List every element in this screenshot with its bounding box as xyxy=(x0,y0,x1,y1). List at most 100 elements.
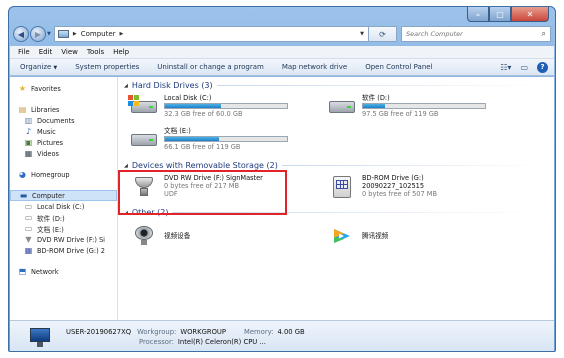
network-icon: ⬒ xyxy=(18,267,27,276)
menu-help[interactable]: Help xyxy=(113,48,129,56)
device-tile-video[interactable]: 视频设备 xyxy=(124,218,322,251)
memory-label: Memory: xyxy=(244,328,274,336)
nav-local-disk-c[interactable]: ▭ Local Disk (C:) xyxy=(10,201,117,212)
tencent-video-icon xyxy=(328,223,356,249)
breadcrumb-separator-icon[interactable]: ▶ xyxy=(73,31,77,37)
homegroup-icon: ◕ xyxy=(19,170,26,179)
webcam-icon xyxy=(130,223,158,249)
help-icon[interactable]: ? xyxy=(537,61,548,73)
local-disk-icon xyxy=(128,94,158,120)
group-header-removable-storage[interactable]: ◢ Devices with Removable Storage (2) xyxy=(124,160,554,171)
forward-button[interactable]: ▶ xyxy=(30,26,46,42)
group-title: Hard Disk Drives (3) xyxy=(131,81,213,90)
group-title: Other (2) xyxy=(131,208,169,217)
local-disk-icon: ▭ xyxy=(24,202,33,211)
menu-tools[interactable]: Tools xyxy=(87,48,104,56)
organize-label: Organize xyxy=(20,63,52,71)
nav-label: Pictures xyxy=(37,138,64,147)
map-network-drive-button[interactable]: Map network drive xyxy=(282,63,347,71)
computer-icon xyxy=(57,30,69,38)
collapse-triangle-icon[interactable]: ◢ xyxy=(124,163,128,169)
breadcrumb-separator-icon[interactable]: ▶ xyxy=(120,31,124,37)
drive-usage-fill xyxy=(165,137,219,141)
hard-disk-icon xyxy=(328,94,356,120)
nav-drive-e[interactable]: ▭ 文档 (E:) xyxy=(10,223,117,234)
nav-network[interactable]: ⬒ Network xyxy=(10,266,117,277)
music-icon: ♪ xyxy=(25,127,32,136)
explorer-window: – □ ✕ ◀ ▶ ▼ ▶ Computer ▶ ▼ ⟳ ⌕ File Edit… xyxy=(8,6,556,352)
drive-tile-c[interactable]: Local Disk (C:) 32.3 GB free of 60.0 GB xyxy=(124,91,322,124)
videos-icon: ▦ xyxy=(24,149,33,158)
nav-music[interactable]: ♪ Music xyxy=(10,126,117,137)
nav-computer[interactable]: ▬ Computer xyxy=(10,190,117,201)
search-icon[interactable]: ⌕ xyxy=(542,29,546,39)
organize-button[interactable]: Organize ▼ xyxy=(20,63,57,71)
open-control-panel-button[interactable]: Open Control Panel xyxy=(365,63,432,71)
window-controls: – □ ✕ xyxy=(467,7,549,22)
device-tile-tencent-video[interactable]: 腾讯视频 xyxy=(322,218,520,251)
dvd-drive-icon xyxy=(130,174,158,200)
hard-disk-icon xyxy=(130,127,158,153)
nav-favorites[interactable]: ★ Favorites xyxy=(10,83,117,94)
group-title: Devices with Removable Storage (2) xyxy=(131,161,278,170)
nav-videos[interactable]: ▦ Videos xyxy=(10,148,117,159)
address-dropdown-icon[interactable]: ▼ xyxy=(360,31,364,37)
back-button[interactable]: ◀ xyxy=(13,26,29,42)
processor-value: Intel(R) Celeron(R) CPU ... xyxy=(177,338,266,346)
maximize-button[interactable]: □ xyxy=(489,7,511,22)
preview-pane-icon[interactable]: ▭ xyxy=(520,63,528,72)
collapse-triangle-icon[interactable]: ◢ xyxy=(124,83,128,89)
star-icon: ★ xyxy=(18,84,27,93)
nav-pictures[interactable]: ▣ Pictures xyxy=(10,137,117,148)
nav-label: Homegroup xyxy=(31,170,70,179)
drive-tile-bd-g[interactable]: BD-ROM Drive (G:) 20090227_102515 0 byte… xyxy=(322,171,520,207)
address-row: ◀ ▶ ▼ ▶ Computer ▶ ▼ ⟳ ⌕ xyxy=(13,24,551,44)
nav-homegroup[interactable]: ◕ Homegroup xyxy=(10,169,117,180)
nav-libraries[interactable]: ▤ Libraries xyxy=(10,104,117,115)
hard-disk-tiles: Local Disk (C:) 32.3 GB free of 60.0 GB … xyxy=(124,91,554,157)
menu-file[interactable]: File xyxy=(18,48,30,56)
search-box[interactable]: ⌕ xyxy=(401,26,551,42)
drive-volume-label: 20090227_102515 xyxy=(362,182,425,190)
drive-name: Local Disk (C:) xyxy=(164,94,212,102)
search-input[interactable] xyxy=(406,30,542,38)
system-properties-button[interactable]: System properties xyxy=(75,63,139,71)
nav-label: 软件 (D:) xyxy=(37,214,65,223)
close-button[interactable]: ✕ xyxy=(511,7,549,22)
nav-label: Videos xyxy=(37,149,59,158)
change-view-icon[interactable]: ☷▾ xyxy=(500,63,511,72)
nav-label: Libraries xyxy=(31,105,60,114)
menu-edit[interactable]: Edit xyxy=(39,48,53,56)
group-divider xyxy=(216,85,544,86)
drive-usage-bar xyxy=(164,136,288,142)
group-divider xyxy=(281,165,544,166)
drive-free-space: 32.3 GB free of 60.0 GB xyxy=(164,110,243,118)
forward-arrow-icon: ▶ xyxy=(34,29,42,39)
drive-tile-dvd-f[interactable]: DVD RW Drive (F:) SignMaster 0 bytes fre… xyxy=(124,171,322,207)
content-area: ★ Favorites ▤ Libraries ▥ Documents ♪ Music … xyxy=(10,77,554,320)
menu-bar: File Edit View Tools Help xyxy=(10,46,554,59)
menu-view[interactable]: View xyxy=(61,48,78,56)
minimize-button[interactable]: – xyxy=(467,7,489,22)
collapse-triangle-icon[interactable]: ◢ xyxy=(124,210,128,216)
nav-bd-drive-g[interactable]: ▦ BD-ROM Drive (G:) 2 xyxy=(10,245,117,256)
breadcrumb-computer[interactable]: Computer xyxy=(81,30,116,38)
nav-label: Computer xyxy=(32,191,65,200)
nav-dvd-drive-f[interactable]: ▼ DVD RW Drive (F:) Si xyxy=(10,234,117,245)
drive-tile-d[interactable]: 软件 (D:) 97.5 GB free of 119 GB xyxy=(322,91,520,124)
drive-name: DVD RW Drive (F:) SignMaster xyxy=(164,174,263,182)
drive-free-space: 66.1 GB free of 119 GB xyxy=(164,143,241,151)
nav-documents[interactable]: ▥ Documents xyxy=(10,115,117,126)
nav-label: 文档 (E:) xyxy=(37,225,64,234)
address-bar[interactable]: ▶ Computer ▶ ▼ xyxy=(53,26,369,42)
group-header-other[interactable]: ◢ Other (2) xyxy=(124,207,554,218)
group-header-hard-disk-drives[interactable]: ◢ Hard Disk Drives (3) xyxy=(124,80,554,91)
nav-label: Local Disk (C:) xyxy=(37,202,85,211)
drive-tile-e[interactable]: 文档 (E:) 66.1 GB free of 119 GB xyxy=(124,124,322,157)
recent-pages-dropdown-icon[interactable]: ▼ xyxy=(47,31,51,37)
uninstall-program-button[interactable]: Uninstall or change a program xyxy=(157,63,264,71)
refresh-button[interactable]: ⟳ xyxy=(369,26,397,42)
nav-drive-d[interactable]: ▭ 软件 (D:) xyxy=(10,212,117,223)
nav-label: Documents xyxy=(37,116,75,125)
workgroup-label: Workgroup: xyxy=(137,328,177,336)
